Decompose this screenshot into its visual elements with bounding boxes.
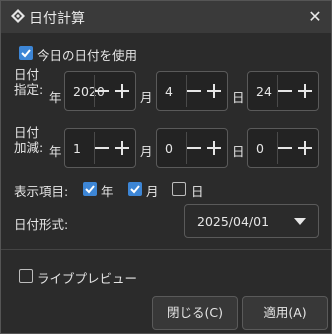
display-day-label: 日 <box>191 184 204 199</box>
date-spec-year-spinner[interactable]: 2020 <box>64 71 136 111</box>
date-spec-month-value: 4 <box>165 84 173 99</box>
live-preview-checkbox[interactable] <box>19 269 33 283</box>
date-spec-year-increment-button[interactable] <box>111 79 133 103</box>
minus-icon <box>278 147 292 149</box>
date-spec-year-decrement-button[interactable] <box>91 79 113 103</box>
minus-icon <box>187 90 201 92</box>
date-add-month-unit: 月 <box>140 144 153 159</box>
date-add-year-unit: 年 <box>49 144 62 159</box>
use-today-checkbox[interactable] <box>19 46 33 60</box>
date-add-month-value: 0 <box>165 141 173 156</box>
title-bar: 日付計算 ✕ <box>1 1 331 33</box>
date-spec-month-unit: 月 <box>140 90 153 105</box>
minus-icon <box>95 90 109 92</box>
display-month-checkbox[interactable] <box>128 182 142 196</box>
date-add-year-value: 1 <box>73 141 81 156</box>
minus-icon <box>95 147 109 149</box>
date-add-day-spinner[interactable]: 0 <box>247 128 319 168</box>
display-month-label: 月 <box>146 184 159 199</box>
check-icon <box>130 185 140 194</box>
date-add-year-spinner[interactable]: 1 <box>64 128 136 168</box>
date-add-year-decrement-button[interactable] <box>91 136 113 160</box>
date-add-month-spinner[interactable]: 0 <box>156 128 228 168</box>
check-icon <box>21 49 31 58</box>
display-day-checkbox[interactable] <box>172 182 186 196</box>
date-spec-label-text: 日付指定: <box>14 67 44 97</box>
apply-button[interactable]: 適用(A) <box>242 296 328 330</box>
check-icon <box>85 185 95 194</box>
display-year-label: 年 <box>101 184 114 199</box>
use-today-label: 今日の日付を使用 <box>37 48 138 63</box>
date-spec-year-unit: 年 <box>49 90 62 105</box>
date-spec-day-spinner[interactable]: 24 <box>247 71 319 111</box>
date-spec-label: 日付指定: <box>14 67 44 97</box>
date-format-select[interactable]: 2025/04/01 <box>184 204 319 238</box>
date-add-label-text: 日付加減: <box>14 125 44 155</box>
date-add-month-increment-button[interactable] <box>203 136 225 160</box>
date-add-day-decrement-button[interactable] <box>274 136 296 160</box>
date-spec-month-spinner[interactable]: 4 <box>156 71 228 111</box>
date-add-day-unit: 日 <box>232 144 245 159</box>
date-calc-dialog: 日付計算 ✕ 今日の日付を使用 日付指定: 年 2020 月 4 日 24 日付… <box>0 0 332 334</box>
date-add-day-value: 0 <box>256 141 264 156</box>
chevron-down-icon <box>294 218 306 225</box>
date-spec-day-increment-button[interactable] <box>294 79 316 103</box>
date-add-year-increment-button[interactable] <box>111 136 133 160</box>
window-title: 日付計算 <box>29 11 85 27</box>
date-format-label: 日付形式: <box>14 217 69 232</box>
minus-icon <box>278 90 292 92</box>
date-spec-month-decrement-button[interactable] <box>183 79 205 103</box>
date-spec-day-unit: 日 <box>232 90 245 105</box>
live-preview-label: ライブプレビュー <box>37 271 138 286</box>
minus-icon <box>187 147 201 149</box>
close-button[interactable]: 閉じる(C) <box>152 296 238 330</box>
display-year-checkbox[interactable] <box>83 182 97 196</box>
date-spec-day-decrement-button[interactable] <box>274 79 296 103</box>
close-window-button[interactable]: ✕ <box>303 4 327 28</box>
date-spec-month-increment-button[interactable] <box>203 79 225 103</box>
date-add-month-decrement-button[interactable] <box>183 136 205 160</box>
date-format-value: 2025/04/01 <box>197 214 270 229</box>
date-spec-day-value: 24 <box>256 84 272 99</box>
date-add-label: 日付加減: <box>14 125 44 155</box>
close-icon: ✕ <box>308 6 322 26</box>
date-add-day-increment-button[interactable] <box>294 136 316 160</box>
app-logo-icon <box>11 9 25 23</box>
divider <box>1 249 331 250</box>
display-items-label: 表示項目: <box>14 184 69 199</box>
